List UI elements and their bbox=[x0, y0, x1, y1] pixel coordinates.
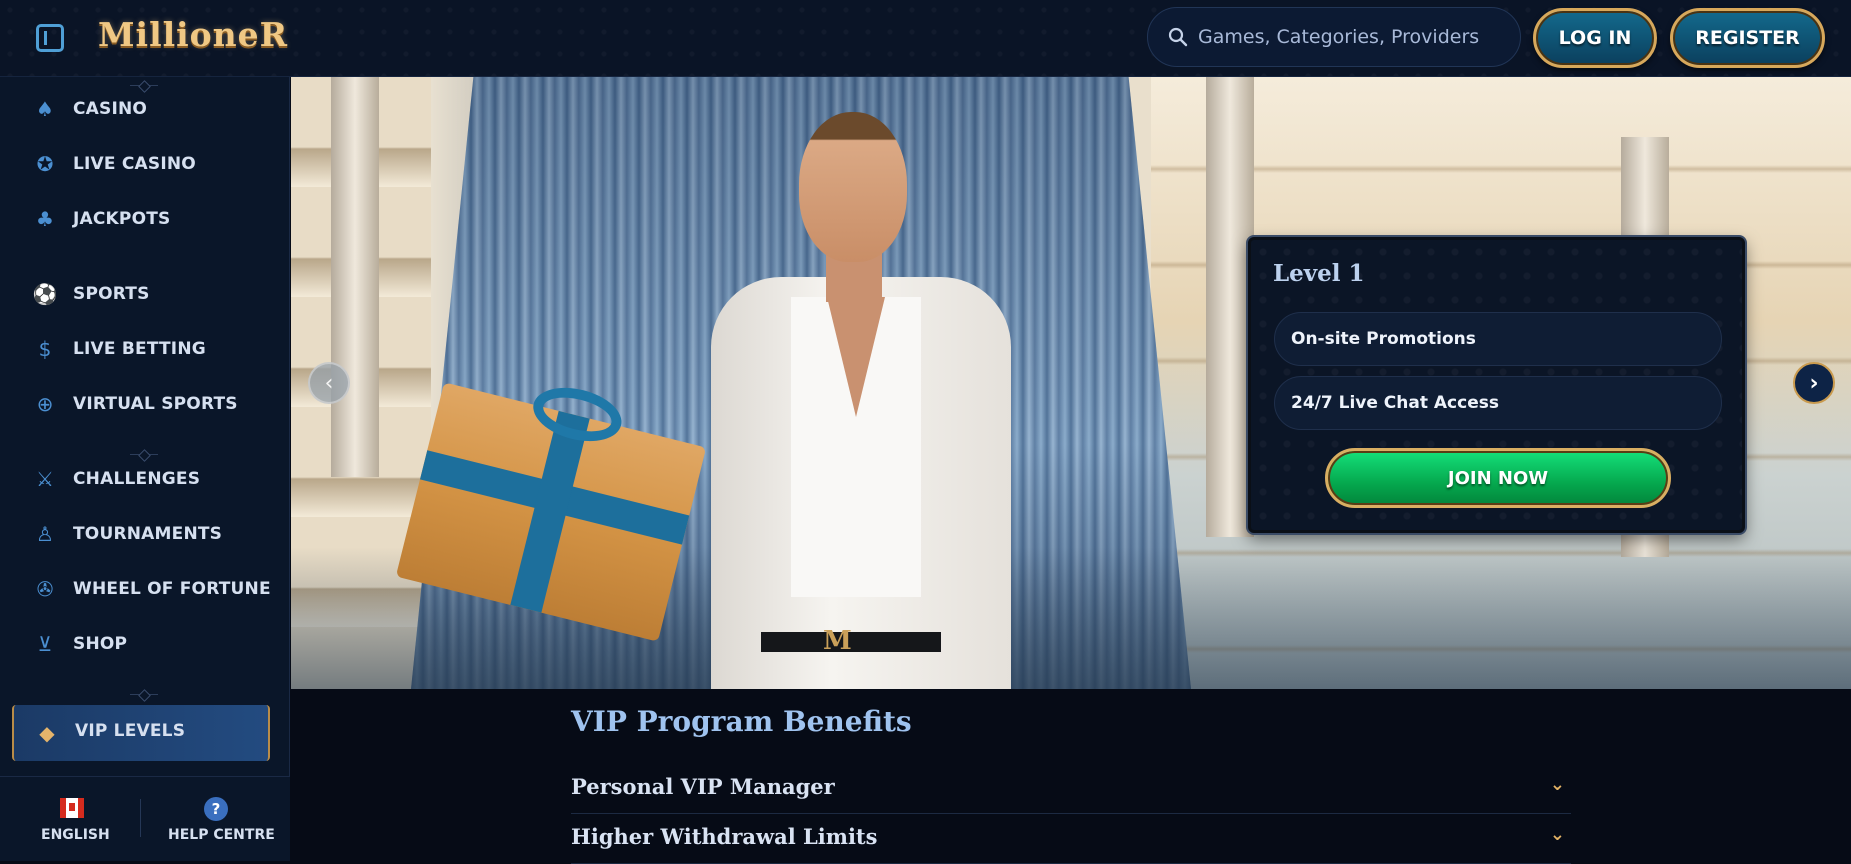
sidebar-item-label: JACKPOTS bbox=[73, 209, 171, 229]
host-figure-image: M bbox=[651, 112, 1031, 689]
belt-buckle-logo: M bbox=[823, 626, 852, 656]
sidebar-item-label: CASINO bbox=[73, 99, 148, 119]
sidebar-item-live-betting[interactable]: $ LIVE BETTING bbox=[0, 325, 290, 373]
coin-icon: $ bbox=[38, 337, 52, 361]
login-button[interactable]: LOG IN bbox=[1533, 8, 1657, 68]
register-button[interactable]: REGISTER bbox=[1670, 8, 1825, 68]
sidebar-item-vip-levels[interactable]: ◆ VIP LEVELS bbox=[12, 705, 270, 761]
mall-column bbox=[1206, 77, 1254, 537]
top-header: MillioneR LOG IN REGISTER bbox=[0, 0, 1851, 77]
accordion-label: Higher Withdrawal Limits bbox=[571, 824, 878, 849]
sidebar-item-sports[interactable]: ⚽ SPORTS bbox=[0, 270, 290, 318]
sidebar-item-label: VIRTUAL SPORTS bbox=[73, 394, 238, 414]
basket-icon: ⊻ bbox=[37, 632, 53, 656]
swords-icon: ⚔ bbox=[36, 467, 54, 491]
soccer-ball-icon: ⚽ bbox=[32, 282, 58, 306]
help-centre-label: HELP CENTRE bbox=[168, 827, 275, 843]
sidebar-item-label: WHEEL OF FORTUNE bbox=[73, 579, 271, 599]
target-icon: ⊕ bbox=[36, 392, 54, 416]
chevron-right-icon: › bbox=[1809, 370, 1819, 396]
level-title: Level 1 bbox=[1273, 260, 1365, 287]
chevron-down-icon: ⌄ bbox=[1549, 774, 1565, 795]
chip-icon: ✪ bbox=[36, 152, 54, 176]
join-now-button[interactable]: JOIN NOW bbox=[1325, 448, 1671, 508]
footer-divider bbox=[140, 799, 141, 837]
sidebar-item-virtual-sports[interactable]: ⊕ VIRTUAL SPORTS bbox=[0, 380, 290, 428]
spade-icon: ♠ bbox=[36, 97, 54, 121]
help-icon: ? bbox=[204, 797, 228, 821]
sidebar-divider bbox=[130, 691, 158, 699]
perk-item: 24/7 Live Chat Access bbox=[1274, 376, 1722, 430]
sidebar-item-label: TOURNAMENTS bbox=[73, 524, 223, 544]
sidebar-toggle-icon[interactable] bbox=[36, 24, 64, 52]
chevron-down-icon: ⌄ bbox=[1549, 824, 1565, 845]
sidebar-item-label: LIVE CASINO bbox=[73, 154, 196, 174]
sidebar-item-label: SPORTS bbox=[73, 284, 150, 304]
level-card: Level 1 On-site Promotions 24/7 Live Cha… bbox=[1248, 237, 1745, 533]
perk-item: On-site Promotions bbox=[1274, 312, 1722, 366]
sidebar-item-shop[interactable]: ⊻ SHOP bbox=[0, 620, 290, 668]
head-shape bbox=[799, 112, 907, 262]
site-logo[interactable]: MillioneR bbox=[98, 15, 288, 54]
clover-icon: ♣ bbox=[36, 207, 54, 231]
search-input[interactable] bbox=[1198, 8, 1508, 66]
sidebar-item-label: SHOP bbox=[73, 634, 128, 654]
carousel-prev-button[interactable]: ‹ bbox=[308, 362, 350, 404]
wheel-icon: ✇ bbox=[36, 577, 54, 601]
sidebar-item-live-casino[interactable]: ✪ LIVE CASINO bbox=[0, 140, 290, 188]
diamond-icon: ◆ bbox=[39, 721, 55, 745]
section-title: VIP Program Benefits bbox=[571, 705, 912, 738]
search-icon bbox=[1168, 27, 1188, 47]
accordion-label: Personal VIP Manager bbox=[571, 774, 835, 799]
sidebar-footer: ENGLISH ? HELP CENTRE bbox=[0, 776, 290, 861]
mall-column bbox=[331, 77, 379, 477]
sidebar-item-label: VIP LEVELS bbox=[75, 721, 186, 741]
sidebar-item-tournaments[interactable]: ♙ TOURNAMENTS bbox=[0, 510, 290, 558]
carousel-next-button[interactable]: › bbox=[1793, 362, 1835, 404]
sidebar-item-jackpots[interactable]: ♣ JACKPOTS bbox=[0, 195, 290, 243]
medal-icon: ♙ bbox=[36, 522, 54, 546]
sidebar-item-label: CHALLENGES bbox=[73, 469, 201, 489]
canada-flag-icon bbox=[60, 798, 84, 818]
language-label: ENGLISH bbox=[41, 827, 110, 843]
sidebar-item-wheel-of-fortune[interactable]: ✇ WHEEL OF FORTUNE bbox=[0, 565, 290, 613]
sidebar-item-label: LIVE BETTING bbox=[73, 339, 206, 359]
sidebar-item-challenges[interactable]: ⚔ CHALLENGES bbox=[0, 455, 290, 503]
search-bar[interactable] bbox=[1147, 7, 1521, 67]
chevron-left-icon: ‹ bbox=[324, 370, 334, 396]
accordion-item[interactable]: Personal VIP Manager ⌄ bbox=[571, 766, 1571, 814]
accordion-item[interactable]: Higher Withdrawal Limits ⌄ bbox=[571, 816, 1571, 864]
sidebar-item-casino[interactable]: ♠ CASINO bbox=[0, 85, 290, 133]
